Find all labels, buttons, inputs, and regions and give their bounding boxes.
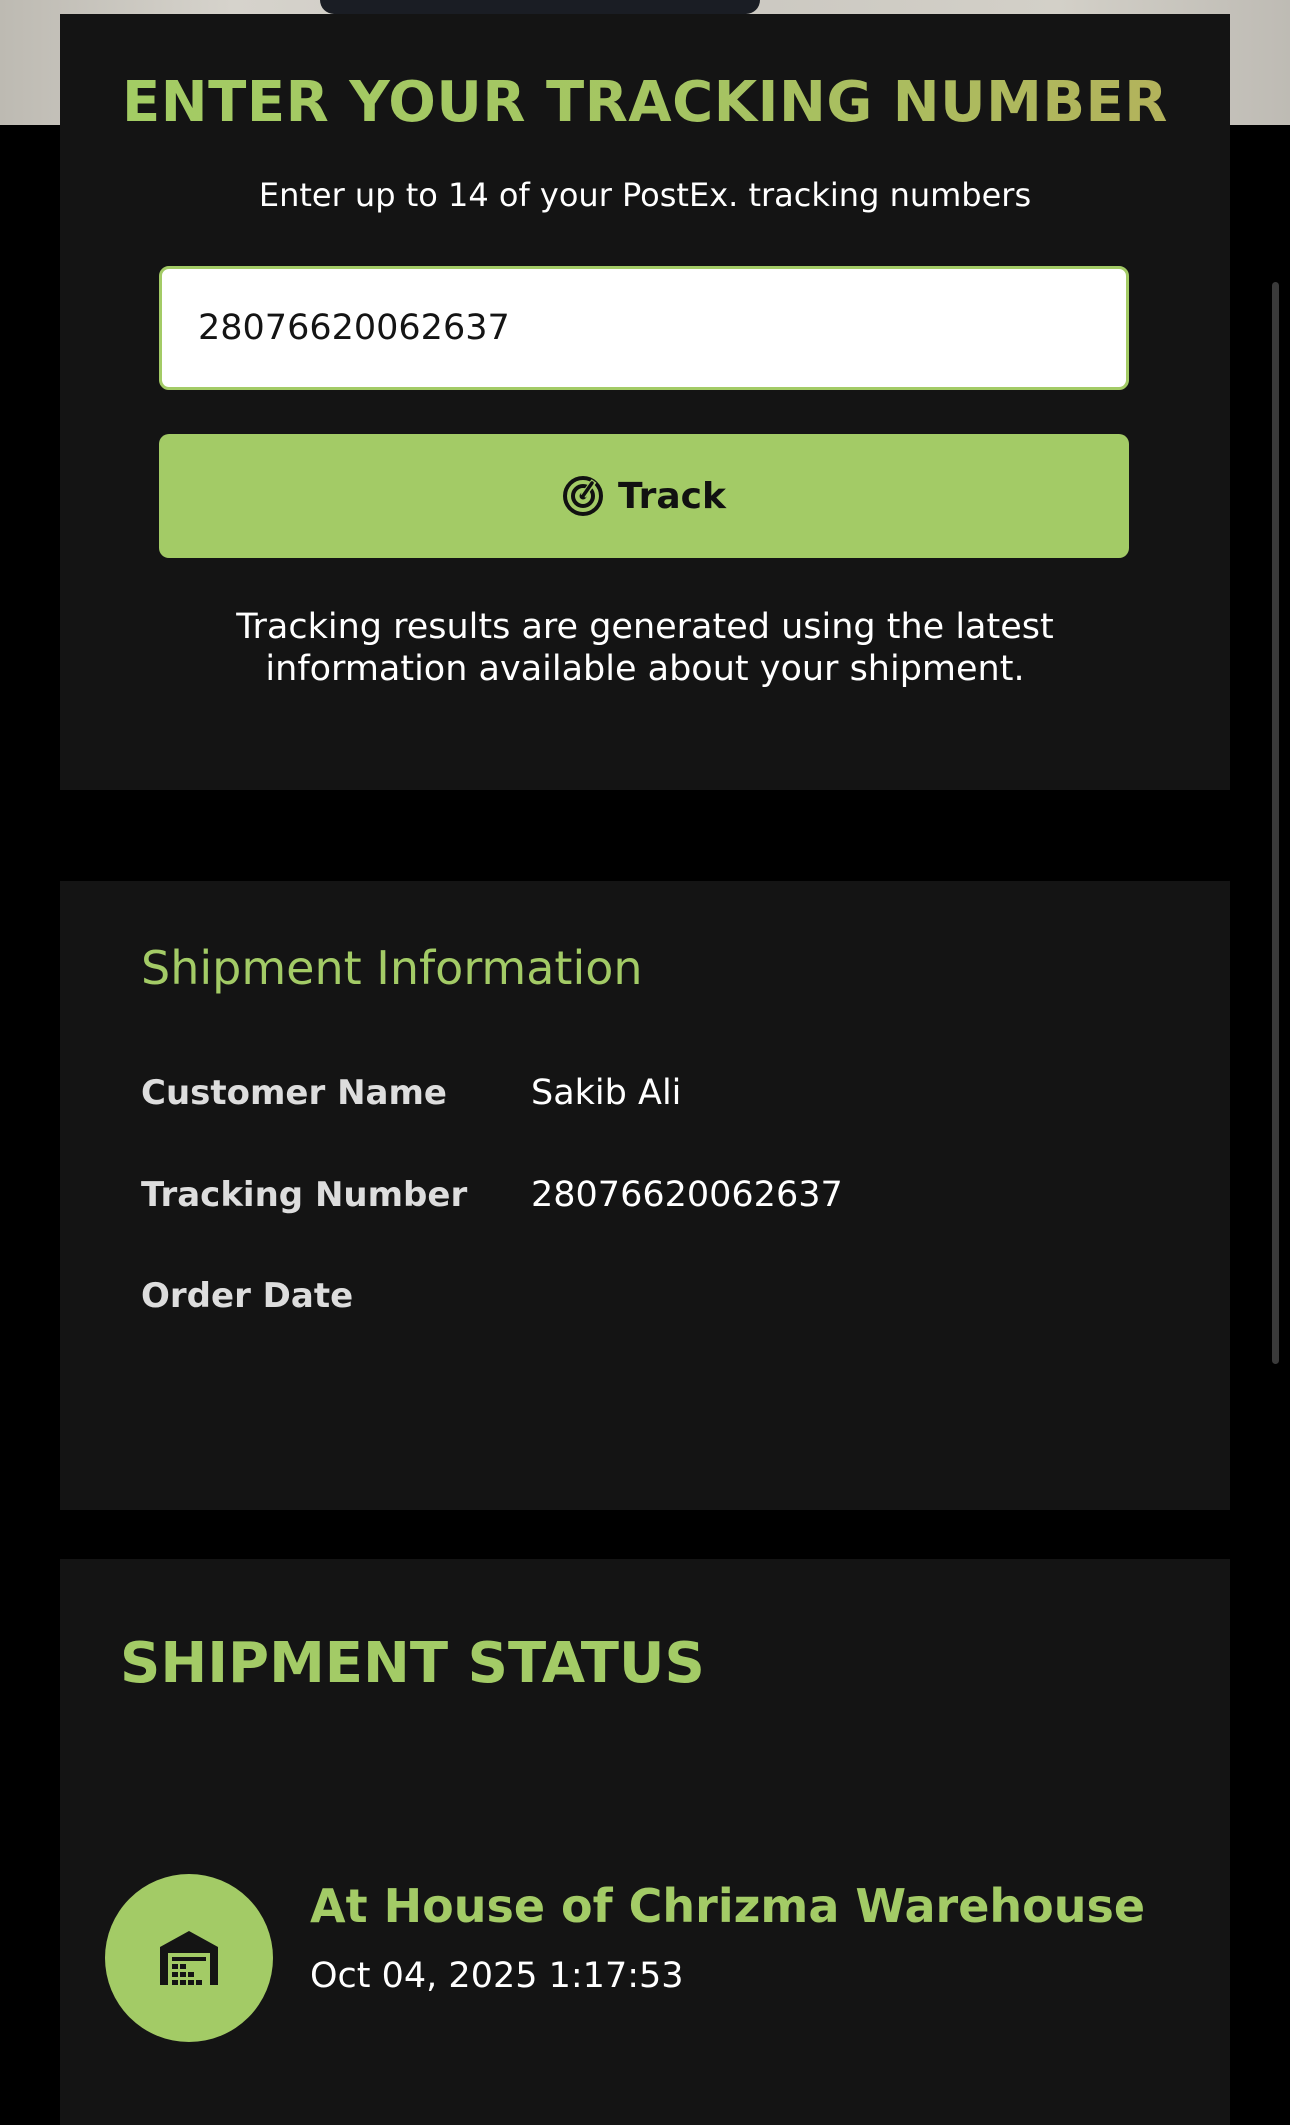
tracking-number-input[interactable] [159, 266, 1129, 390]
hero-banner-motorbike [320, 0, 760, 14]
tracking-form-subtitle: Enter up to 14 of your PostEx. tracking … [258, 176, 1032, 214]
info-label: Order Date [141, 1276, 354, 1316]
status-event-icon-badge [105, 1874, 273, 2042]
radar-icon [563, 476, 604, 516]
info-label: Tracking Number [141, 1175, 468, 1215]
shipment-information-panel: Shipment Information Customer Name Sakib… [60, 881, 1230, 1510]
shipment-status-title: SHIPMENT STATUS [120, 1631, 705, 1696]
page-scrollbar[interactable] [1272, 282, 1279, 1364]
info-value: 28076620062637 [531, 1175, 843, 1215]
status-event-label: At House of Chrizma Warehouse [310, 1879, 1146, 1933]
tracking-form-panel: ENTER YOUR TRACKING NUMBER Enter up to 1… [60, 14, 1230, 790]
track-button-label: Track [618, 475, 726, 517]
tracking-note: Tracking results are generated using the… [236, 607, 1054, 689]
info-row-order-date: Order Date [141, 1276, 1141, 1326]
track-button[interactable]: Track [159, 434, 1129, 558]
info-value: Sakib Ali [531, 1073, 682, 1113]
info-label: Customer Name [141, 1073, 447, 1113]
tracking-form-title: ENTER YOUR TRACKING NUMBER [60, 70, 1230, 135]
warehouse-icon [160, 1931, 218, 1985]
shipment-information-title: Shipment Information [141, 941, 643, 995]
shipment-status-panel: SHIPMENT STATUS At House of Chrizma Ware… [60, 1559, 1230, 2125]
status-event-timestamp: Oct 04, 2025 1:17:53 [310, 1956, 684, 1996]
info-row-customer-name: Customer Name Sakib Ali [141, 1073, 1141, 1123]
info-row-tracking-number: Tracking Number 28076620062637 [141, 1175, 1141, 1225]
